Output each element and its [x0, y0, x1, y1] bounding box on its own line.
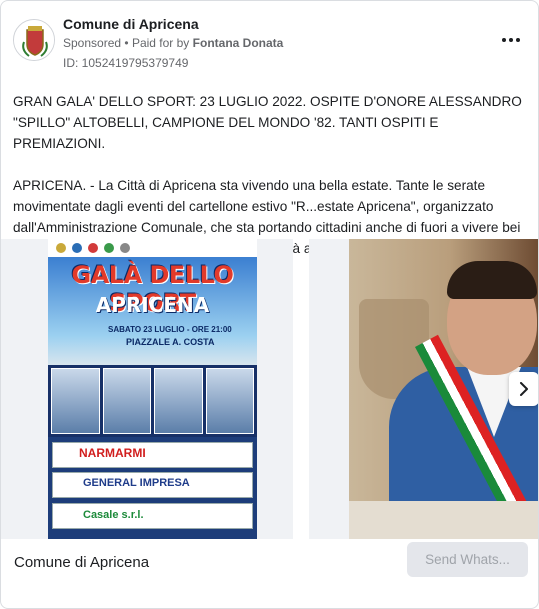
sponsored-label: Sponsored: [63, 36, 122, 50]
ad-body-text: GRAN GALA' DELLO SPORT: 23 LUGLIO 2022. …: [13, 91, 528, 259]
footer-page-name[interactable]: Comune di Apricena: [14, 554, 149, 571]
page-avatar[interactable]: [13, 19, 55, 61]
chevron-right-icon: [520, 382, 528, 396]
page-name-link[interactable]: Comune di Apricena: [63, 16, 199, 32]
send-whatsapp-button[interactable]: Send Whats...: [407, 542, 528, 577]
ad-headline: GRAN GALA' DELLO SPORT: 23 LUGLIO 2022. …: [13, 94, 522, 151]
ad-footer: Comune di Apricena Send Whats...: [1, 539, 538, 589]
sponsored-line: Sponsored • Paid for by Fontana Donata: [63, 36, 283, 50]
poster-sponsor: Casale s.r.l.: [52, 503, 253, 529]
carousel-slide-photo[interactable]: [309, 239, 538, 539]
more-options-button[interactable]: [498, 27, 524, 53]
more-horizontal-icon: [502, 38, 506, 42]
poster-guests: [48, 365, 257, 437]
coat-of-arms-icon: [14, 20, 54, 60]
poster-subtitle: APRICENA: [95, 293, 210, 317]
ad-id: ID: 1052419795379749: [63, 56, 189, 70]
poster-sponsor: GENERAL IMPRESA: [52, 472, 253, 498]
event-poster-image: GALÀ DELLO SPORT APRICENA SABATO 23 LUGL…: [48, 239, 257, 539]
paid-for-prefix: Paid for by: [131, 36, 190, 50]
ad-card: Comune di Apricena Sponsored • Paid for …: [0, 0, 539, 609]
poster-sponsor: NARMARMI: [52, 442, 253, 468]
poster-logos: [48, 239, 257, 257]
media-carousel: GALÀ DELLO SPORT APRICENA SABATO 23 LUGL…: [1, 239, 538, 539]
paid-for-by-name: Fontana Donata: [192, 36, 284, 50]
ad-header: Comune di Apricena Sponsored • Paid for …: [13, 13, 528, 70]
meta-separator: •: [124, 36, 129, 50]
poster-date: SABATO 23 LUGLIO - ORE 21:00: [108, 325, 232, 334]
carousel-slide-poster[interactable]: GALÀ DELLO SPORT APRICENA SABATO 23 LUGL…: [1, 239, 293, 539]
poster-place: PIAZZALE A. COSTA: [126, 337, 215, 347]
carousel-next-button[interactable]: [509, 372, 538, 406]
